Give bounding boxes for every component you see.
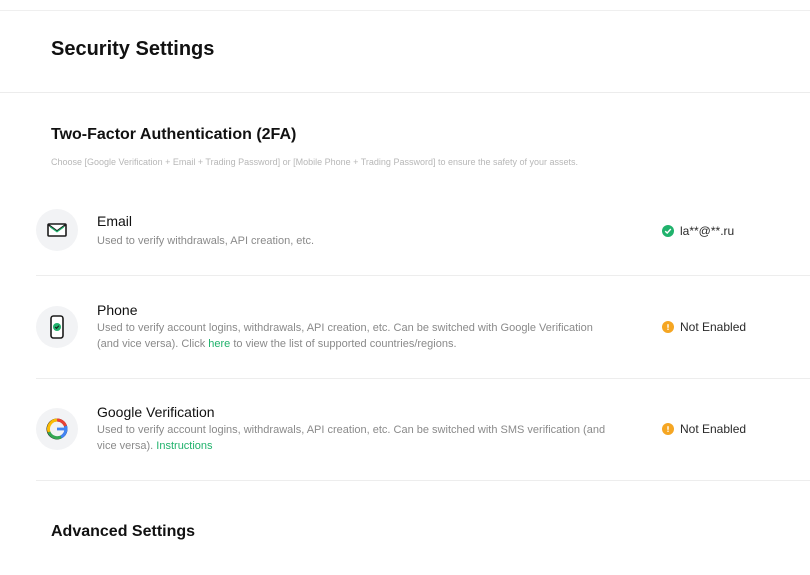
row-divider [36,275,810,276]
warning-icon [662,423,674,435]
email-status-text: la**@**.ru [680,224,735,238]
two-factor-description: Choose [Google Verification + Email + Tr… [51,157,579,167]
row-divider [36,378,810,379]
row-divider [36,480,810,481]
google-verification-status-text: Not Enabled [680,422,747,436]
check-circle-icon [662,225,674,237]
phone-icon [36,306,78,348]
phone-status: Not Enabled [662,320,746,334]
phone-title: Phone [97,302,138,318]
top-divider [0,10,810,11]
phone-row: Phone Used to verify account logins, wit… [36,300,810,360]
google-verification-title: Google Verification [97,404,215,420]
two-factor-title: Two-Factor Authentication (2FA) [51,126,297,143]
page-title: Security Settings [51,38,215,60]
phone-status-text: Not Enabled [680,320,747,334]
google-authenticator-icon [36,408,78,450]
warning-icon [662,321,674,333]
advanced-settings-title: Advanced Settings [51,523,196,540]
google-verification-description: Used to verify account logins, withdrawa… [97,422,617,454]
header-divider [0,92,810,93]
supported-regions-link[interactable]: here [208,338,230,350]
email-description-text: Used to verify withdrawals, API creation… [97,235,315,247]
phone-description: Used to verify account logins, withdrawa… [97,320,617,352]
email-description: Used to verify withdrawals, API creation… [97,233,617,249]
instructions-link[interactable]: Instructions [156,440,212,452]
email-title: Email [97,213,133,229]
email-icon [36,209,78,251]
google-verification-row: Google Verification Used to verify accou… [36,402,810,462]
email-status: la**@**.ru [662,224,734,238]
phone-description-text-end: to view the list of supported countries/… [230,338,457,350]
email-row: Email Used to verify withdrawals, API cr… [36,207,810,257]
google-verification-status: Not Enabled [662,422,746,436]
